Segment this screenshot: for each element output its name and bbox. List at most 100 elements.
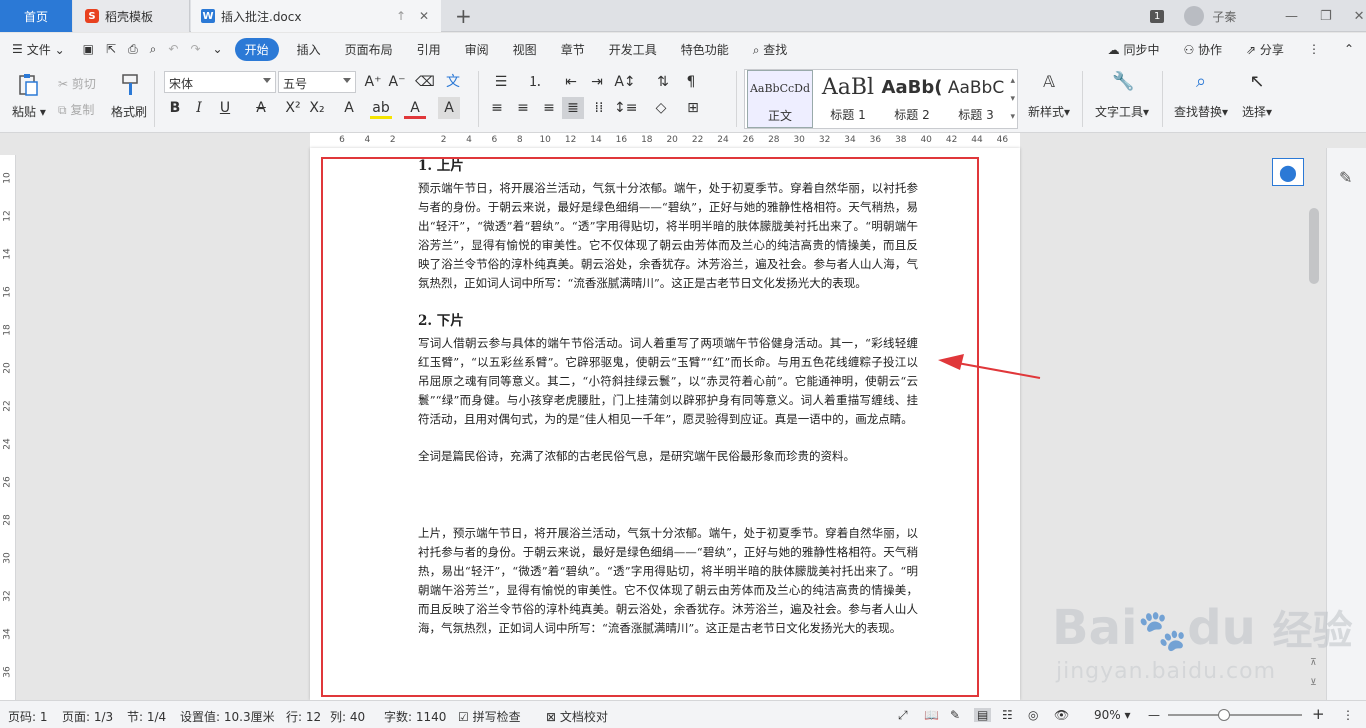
style-normal[interactable]: AaBbCcDd 正文	[747, 70, 813, 128]
text-tools-button[interactable]: 文字工具▾	[1095, 103, 1149, 120]
more-icon[interactable]: ⋮	[1296, 42, 1332, 56]
distribute-icon[interactable]: ⁞⁞	[588, 97, 610, 119]
tab-document[interactable]: W 插入批注.docx ↑ ✕	[191, 0, 441, 32]
zoom-level[interactable]: 90% ▾	[1094, 708, 1131, 722]
menu-developer[interactable]: 开发工具	[597, 41, 669, 58]
window-count-badge[interactable]: 1	[1150, 9, 1165, 23]
cut-button[interactable]: ✂ 剪切	[58, 75, 96, 92]
status-setting[interactable]: 设置值: 10.3厘米	[180, 708, 275, 725]
align-center-icon[interactable]: ≡	[512, 97, 534, 119]
status-page[interactable]: 页码: 1	[8, 708, 48, 725]
select-cursor-icon[interactable]: ↖	[1246, 71, 1268, 93]
numbering-icon[interactable]: ⒈	[524, 71, 546, 93]
font-size-select[interactable]: 五号	[278, 71, 356, 93]
write-mode-icon[interactable]: ✎	[950, 708, 960, 722]
line-spacing-icon[interactable]: ↕≡	[614, 97, 637, 119]
menu-insert[interactable]: 插入	[285, 41, 333, 58]
font-color-icon[interactable]: A	[404, 97, 426, 119]
fullscreen-icon[interactable]: ⤢	[898, 708, 908, 723]
save-icon[interactable]: ▣	[77, 42, 100, 56]
text-tools-icon[interactable]: 🔧	[1112, 71, 1134, 93]
web-view-icon[interactable]: ◎	[1028, 708, 1038, 722]
style-heading1[interactable]: AaBl 标题 1	[815, 70, 881, 128]
user-name[interactable]: 子秦	[1212, 8, 1236, 25]
menu-view[interactable]: 视图	[501, 41, 549, 58]
restore-icon[interactable]: ❐	[1320, 9, 1332, 24]
status-col[interactable]: 列: 40	[330, 708, 365, 725]
horizontal-ruler[interactable]: 6 4 2 2 4 6 8 10 12 14 16 18 20 22 24 26 28 30 32 34 36 38 40 4…	[310, 133, 1020, 148]
pin-icon[interactable]: ↑	[396, 9, 406, 23]
find-replace-button[interactable]: 查找替换▾	[1174, 103, 1228, 120]
text-direction-icon[interactable]: A↕	[614, 71, 636, 93]
avatar[interactable]	[1184, 6, 1205, 26]
style-heading3[interactable]: AaBbC 标题 3	[943, 70, 1009, 128]
style-gallery-scroll-icon[interactable]: ▴ ▾ ▾	[1010, 72, 1015, 126]
style-heading2[interactable]: AaBb( 标题 2	[879, 70, 945, 128]
zoom-slider-thumb[interactable]	[1218, 709, 1230, 721]
sort-icon[interactable]: ⇅	[652, 71, 674, 93]
align-right-icon[interactable]: ≡	[538, 97, 560, 119]
new-tab-button[interactable]: +	[455, 0, 472, 32]
status-pages[interactable]: 页面: 1/3	[62, 708, 113, 725]
menu-start[interactable]: 开始	[234, 37, 279, 61]
tab-templates[interactable]: S 稻壳模板	[73, 0, 190, 32]
page-view-icon[interactable]: ▤	[974, 708, 992, 722]
scrollbar-thumb[interactable]	[1309, 208, 1319, 284]
menu-chapter[interactable]: 章节	[549, 41, 597, 58]
print-icon[interactable]: ⎙	[122, 42, 144, 57]
phonetic-icon[interactable]: 文	[442, 71, 464, 93]
close-window-icon[interactable]: ✕	[1354, 9, 1365, 24]
menu-layout[interactable]: 页面布局	[333, 41, 405, 58]
bold-icon[interactable]: B	[164, 97, 186, 119]
paste-icon[interactable]	[16, 73, 40, 97]
sync-button[interactable]: ☁ 同步中	[1096, 41, 1172, 58]
print-preview-icon[interactable]: ⌕	[144, 42, 163, 57]
outline-view-icon[interactable]: ☷	[1002, 708, 1013, 722]
paste-button[interactable]: 粘贴 ▾	[12, 103, 46, 120]
find-replace-icon[interactable]: ⌕	[1190, 71, 1212, 93]
edit-pen-icon[interactable]: ✎	[1339, 168, 1352, 187]
status-more-icon[interactable]: ⋮	[1342, 708, 1354, 722]
share-button[interactable]: ⇗ 分享	[1234, 41, 1296, 58]
grow-font-icon[interactable]: A⁺	[362, 71, 384, 93]
align-left-icon[interactable]: ≡	[486, 97, 508, 119]
decrease-indent-icon[interactable]: ⇤	[560, 71, 582, 93]
strikethrough-icon[interactable]: A	[250, 97, 272, 119]
shrink-font-icon[interactable]: A⁻	[386, 71, 408, 93]
superscript-icon[interactable]: X²	[282, 97, 304, 119]
status-row[interactable]: 行: 12	[286, 708, 321, 725]
borders-icon[interactable]: ⊞	[682, 97, 704, 119]
format-painter-button[interactable]: 格式刷	[111, 103, 147, 120]
format-painter-icon[interactable]	[118, 73, 142, 97]
close-tab-icon[interactable]: ✕	[419, 9, 429, 23]
redo-icon[interactable]: ↷	[184, 42, 206, 56]
spell-check-button[interactable]: ☑ 拼写检查	[458, 708, 521, 725]
collab-button[interactable]: ⚇ 协作	[1171, 41, 1234, 58]
status-words[interactable]: 字数: 1140	[384, 708, 446, 725]
minimize-icon[interactable]: —	[1285, 9, 1298, 24]
show-marks-icon[interactable]: ¶	[680, 71, 702, 93]
select-button[interactable]: 选择▾	[1242, 103, 1272, 120]
highlight-icon[interactable]: ab	[370, 97, 392, 119]
underline-icon[interactable]: U	[214, 97, 236, 119]
menu-search[interactable]: ⌕ 查找	[741, 41, 800, 58]
clear-format-icon[interactable]: ⌫	[414, 71, 436, 93]
justify-icon[interactable]: ≣	[562, 97, 584, 119]
italic-icon[interactable]: I	[188, 97, 210, 119]
doc-proof-button[interactable]: ⊠ 文档校对	[546, 708, 608, 725]
eye-protect-icon[interactable]: 👁	[1054, 708, 1069, 722]
zoom-in-icon[interactable]: +	[1312, 705, 1325, 723]
location-pin-icon[interactable]: ⬤	[1272, 158, 1304, 186]
read-mode-icon[interactable]: 📖	[924, 708, 939, 722]
menu-file[interactable]: 文件 ⌄	[27, 41, 77, 58]
menu-references[interactable]: 引用	[405, 41, 453, 58]
subscript-icon[interactable]: X₂	[306, 97, 328, 119]
zoom-out-icon[interactable]: —	[1148, 708, 1160, 722]
new-style-icon[interactable]: 𝔸	[1038, 71, 1060, 93]
quick-access-more-icon[interactable]: ⌄	[207, 42, 229, 56]
collapse-ribbon-icon[interactable]: ⌃	[1332, 42, 1366, 56]
new-style-button[interactable]: 新样式▾	[1028, 103, 1070, 120]
shading-icon[interactable]: ◇	[650, 97, 672, 119]
menu-features[interactable]: 特色功能	[669, 41, 741, 58]
font-family-select[interactable]: 宋体	[164, 71, 276, 93]
